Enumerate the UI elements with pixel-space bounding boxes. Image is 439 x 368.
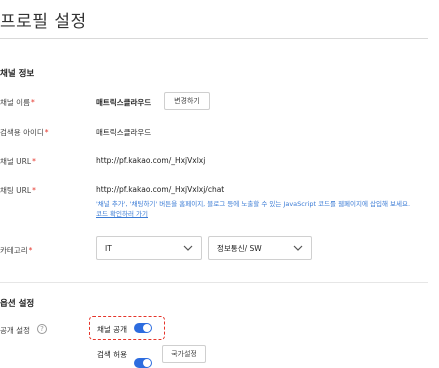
chevron-down-icon [183, 245, 193, 251]
channel-public-toggle[interactable] [134, 323, 152, 333]
channel-name-label-text: 채널 이름 [0, 98, 30, 107]
category-primary-value: IT [105, 243, 112, 253]
category-secondary-value: 정보통신/ SW [217, 243, 262, 253]
channel-name-value: 매트릭스클라우드 [96, 98, 152, 107]
category-secondary-select[interactable]: 정보통신/ SW [208, 236, 312, 260]
channel-url-label: 채널 URL* [0, 156, 36, 167]
search-id-value: 매트릭스클라우드 [96, 128, 152, 137]
country-setting-button[interactable]: 국가설정 [162, 345, 206, 363]
search-id-label: 검색용 아이디* [0, 127, 49, 138]
required-mark: * [28, 246, 33, 255]
required-mark: * [32, 186, 36, 195]
channel-url-value: http://pf.kakao.com/_HxjVxlxj [96, 156, 206, 165]
category-label-text: 카테고리 [0, 246, 28, 255]
change-name-button[interactable]: 변경하기 [164, 92, 210, 110]
chat-url-value: http://pf.kakao.com/_HxjVxlxj/chat [96, 185, 225, 194]
required-mark: * [44, 128, 49, 137]
chat-url-help-text: '채널 추가', '채팅하기' 버튼을 홈페이지, 블로그 등에 노출할 수 있… [96, 200, 411, 208]
section-divider [0, 282, 428, 283]
public-setting-label: 공개 설정 [0, 326, 30, 335]
category-label: 카테고리* [0, 245, 32, 256]
code-check-link[interactable]: 코드 확인하러 가기 [96, 210, 148, 218]
chat-url-label-text: 채팅 URL [0, 186, 32, 195]
search-allow-label: 검색 허용 [97, 350, 127, 359]
search-id-label-text: 검색용 아이디 [0, 128, 44, 137]
section-title-options: 옵션 설정 [0, 299, 35, 309]
title-divider [0, 38, 428, 39]
required-mark: * [32, 157, 36, 166]
channel-url-label-text: 채널 URL [0, 157, 32, 166]
required-mark: * [30, 98, 35, 107]
question-circle-icon[interactable]: ? [37, 324, 47, 334]
chat-url-label: 채팅 URL* [0, 185, 36, 196]
section-title-channel-info: 채널 정보 [0, 69, 35, 79]
chat-url-help: '채널 추가', '채팅하기' 버튼을 홈페이지, 블로그 등에 노출할 수 있… [96, 199, 426, 219]
category-primary-select[interactable]: IT [96, 236, 202, 260]
channel-name-label: 채널 이름* [0, 97, 35, 108]
chevron-down-icon [293, 245, 303, 251]
search-allow-toggle[interactable] [134, 358, 152, 368]
page-title: 프로필 설정 [0, 12, 87, 32]
channel-public-label: 채널 공개 [97, 325, 127, 334]
